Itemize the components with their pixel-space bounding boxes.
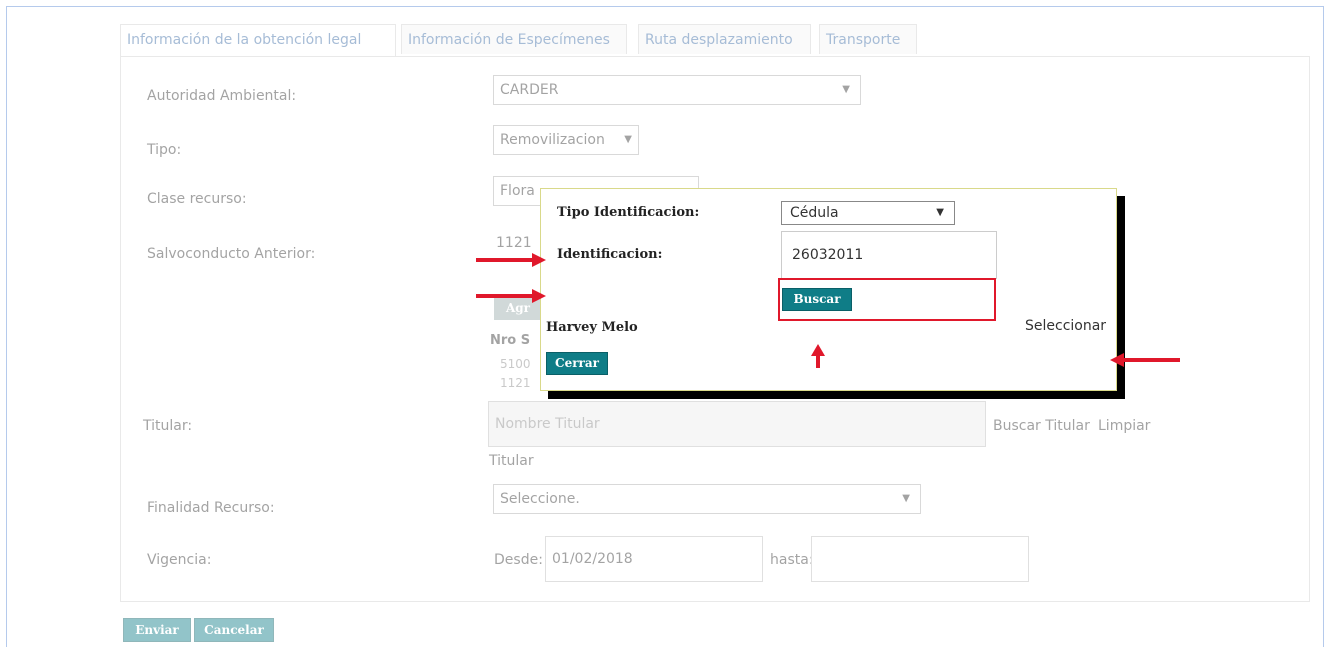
finalidad-value: Seleccione. (500, 491, 580, 507)
annotation-arrow-up-icon (811, 344, 825, 368)
cerrar-button[interactable]: Cerrar (546, 352, 608, 375)
desde-input[interactable]: 01/02/2018 (545, 536, 763, 582)
identificacion-value: 26032011 (792, 247, 864, 263)
tab-especimenes[interactable]: Información de Especímenes (401, 24, 627, 54)
dropdown-arrow-icon: ▼ (842, 84, 850, 95)
nro-row-2: 1121 (500, 376, 531, 390)
tipo-label: Tipo: (147, 142, 182, 158)
cancelar-button[interactable]: Cancelar (194, 618, 274, 642)
titular-input[interactable]: Nombre Titular (488, 401, 986, 447)
clase-recurso-value: Flora (500, 183, 535, 199)
dropdown-arrow-icon: ▼ (624, 134, 632, 145)
hasta-label: hasta: (770, 552, 814, 568)
nro-row-1: 5100 (500, 357, 531, 371)
desde-value: 01/02/2018 (552, 551, 633, 567)
tipo-identificacion-select[interactable]: Cédula ▼ (781, 201, 955, 225)
titular-label: Titular: (143, 418, 193, 434)
limpiar-titular-link-cont[interactable]: Titular (489, 453, 534, 469)
identificacion-input[interactable]: 26032011 (781, 231, 997, 279)
annotation-arrow-right-icon (476, 289, 546, 303)
finalidad-label: Finalidad Recurso: (147, 500, 275, 516)
vigencia-label: Vigencia: (147, 552, 212, 568)
clase-recurso-label: Clase recurso: (147, 191, 247, 207)
autoridad-select[interactable]: CARDER ▼ (493, 75, 861, 105)
titular-placeholder: Nombre Titular (495, 416, 600, 432)
seleccionar-link[interactable]: Seleccionar (1025, 318, 1106, 334)
buscar-titular-link[interactable]: Buscar Titular (993, 418, 1090, 434)
annotation-arrow-left-icon (1110, 353, 1180, 367)
nro-column-header: Nro S (490, 333, 531, 348)
annotation-arrow-right-icon (476, 253, 546, 267)
tab-ruta-desplazamiento[interactable]: Ruta desplazamiento (638, 24, 811, 54)
tab-transporte[interactable]: Transporte (819, 24, 917, 54)
dropdown-arrow-icon: ▼ (902, 493, 910, 504)
tipo-select-value: Removilizacion (500, 132, 605, 148)
identificacion-label: Identificacion: (557, 247, 663, 262)
autoridad-select-value: CARDER (500, 82, 559, 98)
tipo-identificacion-label: Tipo Identificacion: (557, 205, 700, 220)
salvoconducto-label: Salvoconducto Anterior: (147, 246, 316, 262)
tab-obtencion-legal[interactable]: Información de la obtención legal (120, 24, 396, 57)
limpiar-titular-link[interactable]: Limpiar (1098, 418, 1150, 434)
result-name: Harvey Melo (546, 320, 638, 335)
finalidad-select[interactable]: Seleccione. ▼ (493, 484, 921, 514)
salvoconducto-text: 1121 (496, 235, 532, 251)
annotation-highlight-box (778, 278, 996, 321)
hasta-input[interactable] (811, 536, 1029, 582)
tipo-select[interactable]: Removilizacion ▼ (493, 125, 639, 155)
enviar-button[interactable]: Enviar (123, 618, 191, 642)
dropdown-arrow-icon: ▼ (936, 207, 944, 218)
desde-label: Desde: (494, 552, 543, 568)
tipo-identificacion-value: Cédula (790, 205, 839, 221)
autoridad-label: Autoridad Ambiental: (147, 88, 297, 104)
